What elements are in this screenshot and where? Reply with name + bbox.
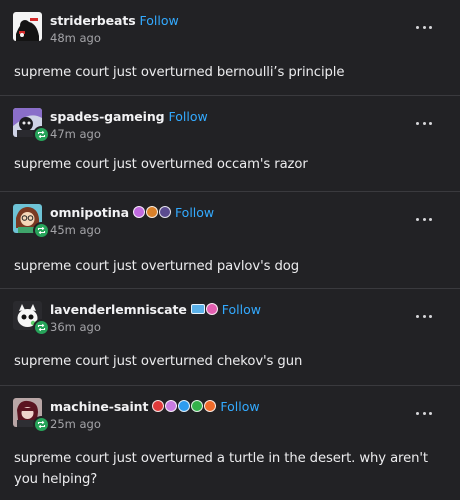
reblog-icon xyxy=(33,416,50,433)
follow-button[interactable]: Follow xyxy=(169,109,208,124)
more-options-icon[interactable] xyxy=(416,406,432,420)
badge-icon[interactable] xyxy=(204,400,217,412)
badge-icon[interactable] xyxy=(165,400,178,412)
badge-icon[interactable] xyxy=(132,206,145,218)
post-text: supreme court just overturned occam's ra… xyxy=(14,157,308,172)
badge-group xyxy=(190,303,218,315)
post-header: striderbeats Follow 48m ago xyxy=(13,12,448,46)
post-meta: omnipotina Follow 45m ago xyxy=(50,204,214,238)
reblog-icon xyxy=(33,319,50,336)
post-card: omnipotina Follow 45m ago supreme court … xyxy=(0,192,460,289)
badge-icon[interactable] xyxy=(145,206,158,218)
timestamp[interactable]: 36m ago xyxy=(50,320,261,334)
dashboard-feed: striderbeats Follow 48m ago supreme cour… xyxy=(0,0,460,500)
badge-icon[interactable] xyxy=(158,206,171,218)
timestamp[interactable]: 45m ago xyxy=(50,223,214,237)
post-text: supreme court just overturned a turtle i… xyxy=(14,451,428,487)
badge-icon[interactable] xyxy=(152,400,165,412)
post-meta: machine-saint Follow 25m ago xyxy=(50,398,260,432)
username[interactable]: machine-saint xyxy=(50,399,148,414)
post-text: supreme court just overturned pavlov's d… xyxy=(14,259,299,274)
post-header: omnipotina Follow 45m ago xyxy=(13,204,448,239)
reblog-icon xyxy=(33,126,50,143)
badge-icon[interactable] xyxy=(205,303,218,315)
timestamp[interactable]: 47m ago xyxy=(50,127,208,141)
post-header: spades-gameing Follow 47m ago xyxy=(13,108,448,143)
avatar[interactable] xyxy=(13,12,42,41)
post-meta: lavenderlemniscate Follow 36m ago xyxy=(50,301,261,335)
badge-icon[interactable] xyxy=(190,304,205,314)
badge-group xyxy=(132,206,171,218)
badge-icon[interactable] xyxy=(191,400,204,412)
more-options-icon[interactable] xyxy=(416,116,432,130)
username[interactable]: omnipotina xyxy=(50,205,129,220)
username[interactable]: spades-gameing xyxy=(50,109,165,124)
username[interactable]: lavenderlemniscate xyxy=(50,302,187,317)
username[interactable]: striderbeats xyxy=(50,13,136,28)
post-meta: striderbeats Follow 48m ago xyxy=(50,12,179,46)
post-text: supreme court just overturned chekov's g… xyxy=(14,354,303,369)
follow-button[interactable]: Follow xyxy=(175,205,214,220)
post-card: lavenderlemniscate Follow 36m ago suprem… xyxy=(0,289,460,386)
post-header: lavenderlemniscate Follow 36m ago xyxy=(13,301,448,336)
more-options-icon[interactable] xyxy=(416,212,432,226)
reblog-icon xyxy=(33,222,50,239)
post-card: machine-saint Follow 25m ago supreme cou… xyxy=(0,386,460,500)
timestamp[interactable]: 48m ago xyxy=(50,31,179,45)
post-text: supreme court just overturned bernoulli’… xyxy=(14,65,345,80)
more-options-icon[interactable] xyxy=(416,309,432,323)
timestamp[interactable]: 25m ago xyxy=(50,417,260,431)
badge-group xyxy=(152,400,217,412)
verified-icon[interactable] xyxy=(178,400,191,412)
post-header: machine-saint Follow 25m ago xyxy=(13,398,448,433)
post-card: spades-gameing Follow 47m ago supreme co… xyxy=(0,96,460,192)
post-card: striderbeats Follow 48m ago supreme cour… xyxy=(0,0,460,96)
more-options-icon[interactable] xyxy=(416,20,432,34)
follow-button[interactable]: Follow xyxy=(140,13,179,28)
post-meta: spades-gameing Follow 47m ago xyxy=(50,108,208,142)
follow-button[interactable]: Follow xyxy=(222,302,261,317)
follow-button[interactable]: Follow xyxy=(220,399,259,414)
